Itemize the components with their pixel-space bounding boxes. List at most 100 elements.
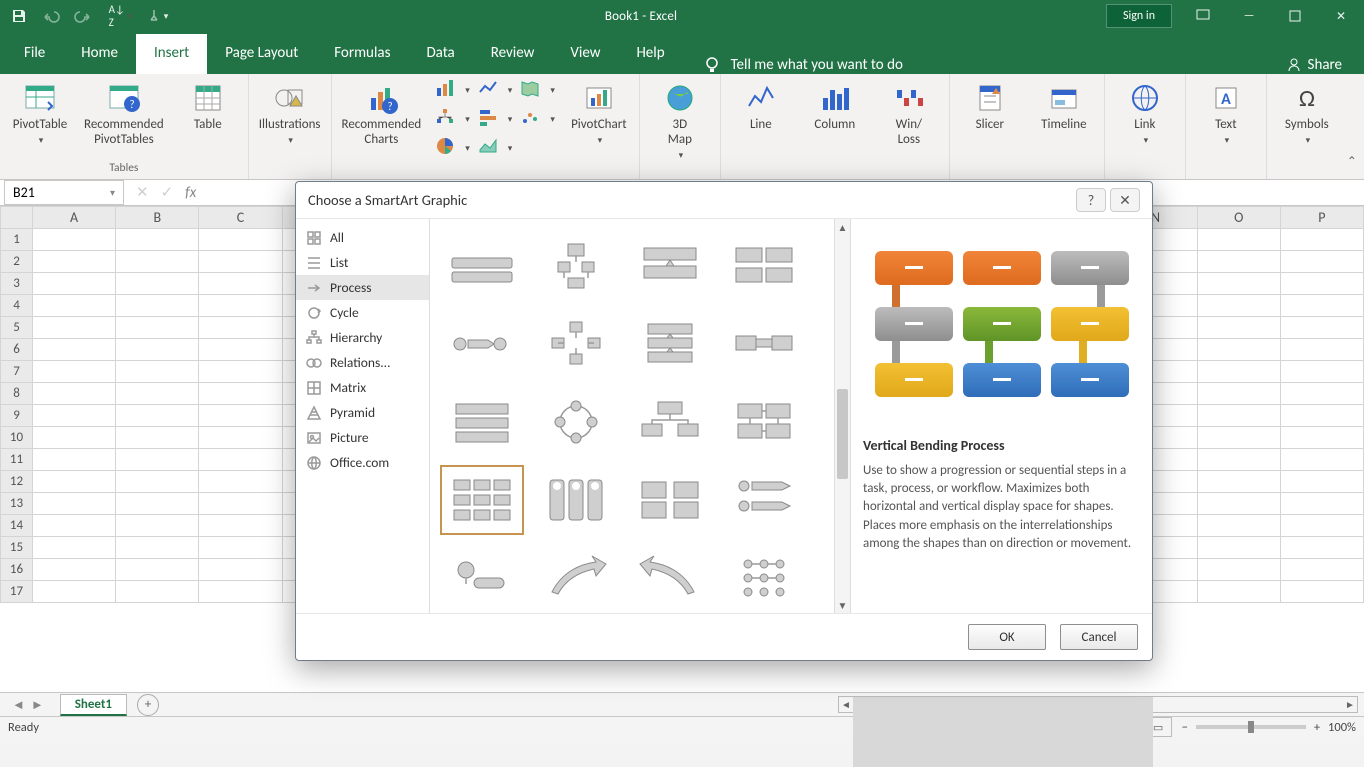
dialog-close-icon[interactable]: ✕ — [1110, 188, 1140, 212]
sign-in-button[interactable]: Sign in — [1106, 4, 1172, 28]
cell[interactable] — [199, 405, 282, 427]
tab-data[interactable]: Data — [408, 34, 472, 74]
thumbnails-scrollbar[interactable]: ▲ ▼ — [834, 219, 850, 613]
tab-formulas[interactable]: Formulas — [316, 34, 408, 74]
cell[interactable] — [116, 493, 199, 515]
layout-thumbnail[interactable] — [534, 543, 618, 613]
cell[interactable] — [1280, 471, 1363, 493]
touch-mode-icon[interactable]: ▾ — [142, 2, 172, 30]
cell[interactable] — [199, 581, 282, 603]
cell[interactable] — [32, 229, 115, 251]
cell[interactable] — [1197, 251, 1280, 273]
3d-map-button[interactable]: 3DMap▾ — [650, 78, 710, 161]
layout-thumbnail[interactable] — [534, 231, 618, 301]
scroll-up-icon[interactable]: ▲ — [835, 219, 850, 235]
scroll-left-icon[interactable]: ◄ — [839, 697, 853, 712]
row-header[interactable]: 3 — [1, 273, 33, 295]
symbols-button[interactable]: ΩSymbols▾ — [1277, 78, 1337, 146]
cell[interactable] — [1197, 537, 1280, 559]
cell[interactable] — [32, 449, 115, 471]
tab-page-layout[interactable]: Page Layout — [207, 34, 316, 74]
row-header[interactable]: 8 — [1, 383, 33, 405]
cell[interactable] — [1280, 427, 1363, 449]
hierarchy-chart-icon[interactable] — [435, 107, 455, 132]
select-all-corner[interactable] — [1, 207, 33, 229]
cell[interactable] — [32, 581, 115, 603]
cancel-formula-icon[interactable]: ✕ — [136, 183, 149, 202]
bar-chart-icon[interactable] — [478, 107, 498, 132]
accept-formula-icon[interactable]: ✓ — [161, 183, 174, 202]
collapse-ribbon-icon[interactable]: ⌃ — [1347, 74, 1364, 179]
cell[interactable] — [199, 427, 282, 449]
cell[interactable] — [116, 537, 199, 559]
scroll-down-icon[interactable]: ▼ — [835, 597, 850, 613]
column-header[interactable]: B — [116, 207, 199, 229]
sparkline-line-button[interactable]: Line — [731, 78, 791, 133]
link-button[interactable]: Link▾ — [1115, 78, 1175, 146]
category-relations[interactable]: Relations... — [296, 350, 429, 375]
layout-thumbnail[interactable] — [440, 231, 524, 301]
layout-thumbnail[interactable] — [628, 387, 712, 457]
column-header[interactable]: O — [1197, 207, 1280, 229]
row-header[interactable]: 6 — [1, 339, 33, 361]
layout-thumbnail[interactable] — [722, 309, 806, 379]
cell[interactable] — [1197, 339, 1280, 361]
category-hierarchy[interactable]: Hierarchy — [296, 325, 429, 350]
layout-thumbnail[interactable] — [440, 465, 524, 535]
ribbon-display-options-icon[interactable] — [1180, 0, 1226, 32]
category-all[interactable]: All — [296, 225, 429, 250]
cell[interactable] — [32, 515, 115, 537]
cell[interactable] — [1197, 273, 1280, 295]
name-box[interactable]: B21 ▾ — [4, 180, 124, 205]
cell[interactable] — [32, 537, 115, 559]
share-button[interactable]: Share — [1270, 56, 1358, 74]
cell[interactable] — [116, 229, 199, 251]
pie-chart-icon[interactable] — [435, 136, 455, 161]
cell[interactable] — [32, 559, 115, 581]
cell[interactable] — [1280, 493, 1363, 515]
sparkline-winloss-button[interactable]: Win/Loss — [879, 78, 939, 148]
dialog-help-icon[interactable]: ? — [1076, 188, 1106, 212]
scroll-right-icon[interactable]: ► — [1343, 697, 1357, 712]
cell[interactable] — [116, 273, 199, 295]
row-header[interactable]: 13 — [1, 493, 33, 515]
category-officecom[interactable]: Office.com — [296, 450, 429, 475]
cell[interactable] — [32, 273, 115, 295]
cell[interactable] — [199, 317, 282, 339]
category-process[interactable]: Process — [296, 275, 429, 300]
cell[interactable] — [32, 295, 115, 317]
cell[interactable] — [199, 229, 282, 251]
cell[interactable] — [199, 273, 282, 295]
cell[interactable] — [199, 537, 282, 559]
cell[interactable] — [1197, 471, 1280, 493]
cell[interactable] — [199, 449, 282, 471]
cell[interactable] — [1197, 383, 1280, 405]
cell[interactable] — [1197, 449, 1280, 471]
cell[interactable] — [199, 251, 282, 273]
layout-thumbnail[interactable] — [628, 309, 712, 379]
row-header[interactable]: 1 — [1, 229, 33, 251]
cell[interactable] — [32, 471, 115, 493]
category-cycle[interactable]: Cycle — [296, 300, 429, 325]
redo-icon[interactable] — [68, 2, 98, 30]
sparkline-column-button[interactable]: Column — [805, 78, 865, 133]
cell[interactable] — [199, 471, 282, 493]
cell[interactable] — [116, 581, 199, 603]
column-header[interactable]: A — [32, 207, 115, 229]
layout-thumbnail[interactable] — [722, 465, 806, 535]
cell[interactable] — [32, 383, 115, 405]
cell[interactable] — [1197, 515, 1280, 537]
timeline-button[interactable]: Timeline — [1034, 78, 1094, 133]
zoom-level[interactable]: 100% — [1328, 720, 1356, 735]
cell[interactable] — [1280, 537, 1363, 559]
row-header[interactable]: 10 — [1, 427, 33, 449]
row-header[interactable]: 15 — [1, 537, 33, 559]
cell[interactable] — [1280, 339, 1363, 361]
cell[interactable] — [1280, 317, 1363, 339]
layout-thumbnail[interactable] — [534, 309, 618, 379]
illustrations-button[interactable]: Illustrations ▾ — [259, 78, 321, 146]
layout-thumbnail[interactable] — [628, 231, 712, 301]
cell[interactable] — [1197, 427, 1280, 449]
category-pyramid[interactable]: Pyramid — [296, 400, 429, 425]
cell[interactable] — [116, 339, 199, 361]
